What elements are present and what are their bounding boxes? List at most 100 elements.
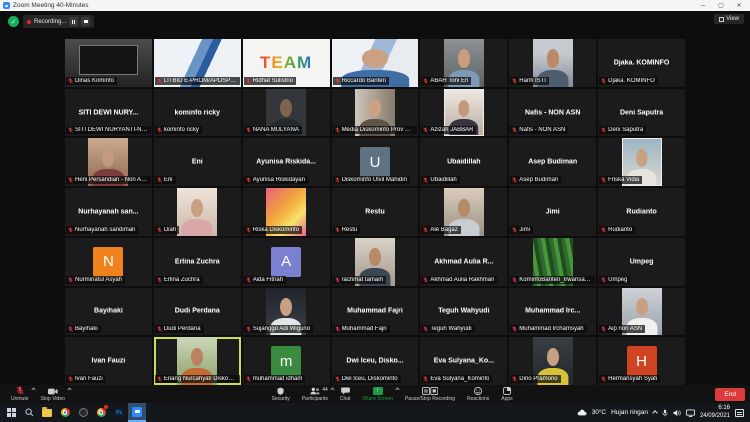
tray-expand-icon[interactable] — [652, 410, 658, 416]
participant-tile[interactable]: Azizah JABBAR — [420, 89, 507, 137]
search-button[interactable] — [20, 403, 38, 422]
participant-tile[interactable]: Hanfi ISTI — [509, 39, 596, 87]
avatar: N — [93, 247, 123, 277]
muted-mic-icon — [423, 177, 428, 183]
participant-tile[interactable]: Dino Pramono — [509, 337, 596, 385]
participant-display-name: Eni — [158, 159, 236, 166]
participant-tile[interactable]: NNurminatul Asyah — [65, 238, 152, 286]
apps-icon — [503, 387, 511, 395]
end-meeting-button[interactable]: End — [715, 388, 745, 401]
participant-tile[interactable]: Asep BudimanAsep Budiman — [509, 138, 596, 186]
muted-mic-icon — [512, 376, 517, 382]
participant-tile[interactable]: Deni SaputraDeni Saputra — [598, 89, 685, 137]
participant-tile[interactable]: rachmat tamam — [332, 238, 419, 286]
reactions-button[interactable]: Reactions — [461, 385, 495, 403]
participant-tile[interactable]: NANA MULYANA — [243, 89, 330, 137]
participant-tile[interactable]: Media Diskominfo Prov Banten — [332, 89, 419, 137]
participant-tile[interactable]: LITBID E-PROM/APDSP 2021 — [154, 39, 241, 87]
participant-tile[interactable]: Heni Persandian - Non ASN — [65, 138, 152, 186]
stop-recording-button[interactable] — [81, 17, 90, 26]
view-button[interactable]: View — [714, 14, 744, 24]
participant-tile[interactable]: mmuhammad idham — [243, 337, 330, 385]
participant-tile[interactable]: Eva Sulyana_Ko...Eva Sulyana_Kominfo — [420, 337, 507, 385]
participant-tile[interactable]: AAida Fitriah — [243, 238, 330, 286]
participant-tile[interactable]: Djaka. KOMINFODjaka. KOMINFO — [598, 39, 685, 87]
participant-name-label: NANA MULYANA — [244, 126, 302, 134]
participant-display-name: Bayihaki — [69, 308, 147, 315]
participant-name-label: Aida Fitriah — [244, 276, 286, 284]
file-explorer-button[interactable] — [38, 403, 56, 422]
participant-tile[interactable]: UbaidillahUbaidillah — [420, 138, 507, 186]
network-icon[interactable] — [686, 409, 695, 417]
participant-tile[interactable]: Riska Diskominfo — [243, 188, 330, 236]
participant-display-name: Rudianto — [602, 208, 680, 215]
action-center-icon[interactable] — [735, 409, 744, 417]
mic-tray-icon[interactable] — [662, 409, 668, 417]
participant-tile[interactable]: Dinas Kominfo — [65, 39, 152, 87]
participant-tile[interactable]: Muhammad Irc...Muhammad Irchamsyah — [509, 288, 596, 336]
pause-stop-recording-button[interactable]: Pause/Stop Recording — [399, 385, 461, 403]
speaker-icon[interactable] — [673, 409, 681, 417]
participant-name-label: Dudi Perdana — [155, 325, 204, 333]
close-button[interactable]: ✕ — [730, 0, 748, 11]
participant-tile[interactable]: Enang Nurcahyati Diskominfo Ba... — [154, 337, 241, 385]
participant-tile[interactable]: RestuRestu — [332, 188, 419, 236]
participant-display-name: Erlina Zuchra — [158, 258, 236, 265]
participant-tile[interactable]: ABAH Toni Eri — [420, 39, 507, 87]
zoom-taskbar-button[interactable] — [128, 403, 146, 422]
participant-tile[interactable]: EniEni — [154, 138, 241, 186]
participant-tile[interactable]: kominfo rickykominfo ricky — [154, 89, 241, 137]
muted-mic-icon — [335, 326, 340, 332]
unmute-button[interactable]: Unmute — [5, 385, 35, 403]
participant-tile[interactable]: SITI DEWI NURY...SITI DEWI NURYANTI-NON … — [65, 89, 152, 137]
participant-tile[interactable]: Sujanggo Adi Wiguno — [243, 288, 330, 336]
participant-tile[interactable]: Diah — [154, 188, 241, 236]
pause-recording-button[interactable] — [69, 17, 78, 26]
unmute-label: Unmute — [11, 396, 29, 402]
participant-tile[interactable]: Friska Vidia — [598, 138, 685, 186]
participant-tile[interactable]: KominfoBanten_IrwansaSawah — [509, 238, 596, 286]
maximize-button[interactable]: ▢ — [712, 0, 730, 11]
chrome-notification-button[interactable] — [92, 403, 110, 422]
participant-tile[interactable]: JimiJimi — [509, 188, 596, 236]
chat-button[interactable]: Chat — [334, 385, 357, 403]
share-screen-button[interactable]: ↑ Share Screen — [356, 385, 399, 403]
participant-tile[interactable]: Nurhayanah san...Nurhayanah sandiman — [65, 188, 152, 236]
participant-tile[interactable]: Dwi Iceu, Disko...Dwi Iceu, Diskominfo — [332, 337, 419, 385]
stop-video-button[interactable]: Stop Video — [35, 385, 71, 403]
weather-temp[interactable]: 30°C — [592, 409, 607, 416]
participant-tile[interactable]: Akhmad Aulia R...Akhmad Aulia Rakhman — [420, 238, 507, 286]
participant-tile[interactable]: Teguh WahyudiTeguh Wahyudi — [420, 288, 507, 336]
participant-name-label: Teguh Wahyudi — [421, 325, 474, 333]
participant-tile[interactable]: Ale Bagaz — [420, 188, 507, 236]
participant-tile[interactable]: Ivan FauziIvan Fauzi — [65, 337, 152, 385]
start-button[interactable] — [2, 403, 20, 422]
security-button[interactable]: Security — [266, 385, 296, 403]
participant-tile[interactable]: Dudi PerdanaDudi Perdana — [154, 288, 241, 336]
participant-tile[interactable]: UDiskominfo Ulvil Mahidin — [332, 138, 419, 186]
participant-tile[interactable]: Aip non ASN — [598, 288, 685, 336]
weather-desc[interactable]: Hujan ringan — [611, 409, 648, 416]
minimize-button[interactable]: ─ — [694, 0, 712, 11]
muted-mic-icon — [512, 277, 517, 283]
photoshop-button[interactable]: Ps — [110, 403, 128, 422]
chevron-up-icon[interactable] — [67, 387, 71, 391]
participant-name-label: Dwi Iceu, Diskominfo — [333, 375, 401, 383]
participant-tile[interactable]: BayihakiBayihaki — [65, 288, 152, 336]
clock[interactable]: 6:16 24/09/2021 — [700, 405, 730, 419]
participant-tile[interactable]: Riccardo Banten — [332, 39, 419, 87]
participant-tile[interactable]: Ridhat Sulistrio — [243, 39, 330, 87]
participants-button[interactable]: 44 Participants — [296, 385, 334, 403]
chrome-button[interactable] — [56, 403, 74, 422]
participant-tile[interactable]: HHermansyah Syafi — [598, 337, 685, 385]
participant-tile[interactable]: UmpegUmpeg — [598, 238, 685, 286]
participant-tile[interactable]: Erlina ZuchraErlina Zuchra — [154, 238, 241, 286]
muted-mic-icon — [68, 227, 73, 233]
participant-tile[interactable]: RudiantoRudianto — [598, 188, 685, 236]
participant-tile[interactable]: Muhammad FajriMuhammad Fajri — [332, 288, 419, 336]
participant-display-name: Ayunisa Riskida... — [247, 159, 325, 166]
browser-dark-button[interactable] — [74, 403, 92, 422]
participant-tile[interactable]: Ayunisa Riskida...Ayunisa Riskidayan — [243, 138, 330, 186]
participant-tile[interactable]: Nafis - NON ASNNafis - NON ASN — [509, 89, 596, 137]
apps-button[interactable]: Apps — [495, 385, 518, 403]
